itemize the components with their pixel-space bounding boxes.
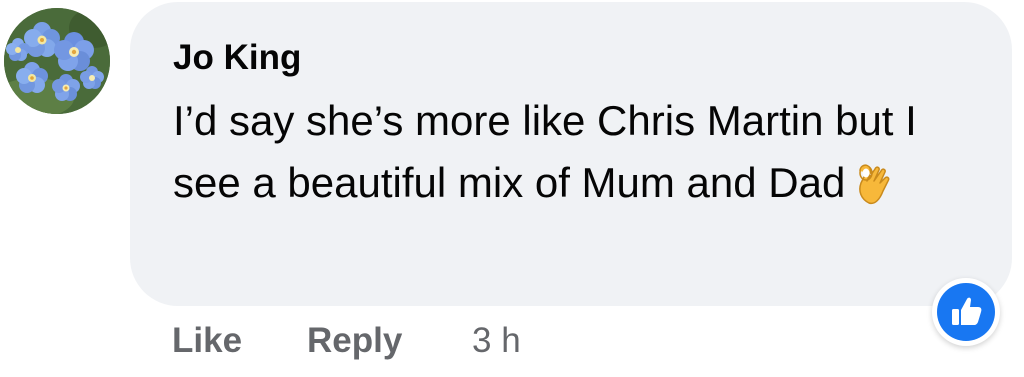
comment-body: I’d say she’s more like Chris Martin but… [173, 97, 917, 206]
like-reaction-badge[interactable] [932, 278, 1000, 346]
like-button[interactable]: Like [172, 318, 242, 364]
comment-timestamp[interactable]: 3 h [472, 318, 521, 364]
thumbs-up-icon [937, 283, 995, 341]
comment-bubble: Jo King I’d say she’s more like Chris Ma… [130, 2, 1012, 306]
reply-button[interactable]: Reply [307, 318, 402, 364]
comment-text: I’d say she’s more like Chris Martin but… [173, 90, 993, 222]
comment-author[interactable]: Jo King [173, 38, 301, 78]
ok-hand-emoji [855, 159, 895, 222]
avatar[interactable] [4, 8, 110, 114]
